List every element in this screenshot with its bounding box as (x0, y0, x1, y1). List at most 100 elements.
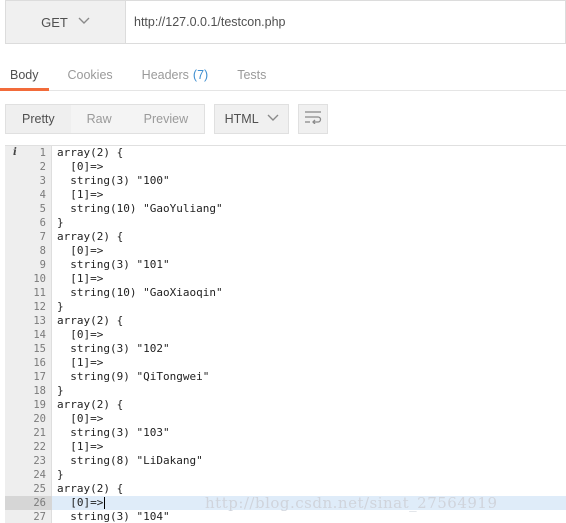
line-number: 23 (33, 455, 46, 467)
tab-tests[interactable]: Tests (227, 60, 276, 90)
text-cursor (104, 497, 106, 509)
wrap-lines-button[interactable] (298, 104, 329, 134)
line-number: 7 (39, 231, 46, 243)
line-number: 17 (33, 371, 46, 383)
method-select[interactable]: GET (5, 0, 126, 44)
code-line: 12} (5, 300, 566, 314)
line-number: 21 (33, 427, 46, 439)
code-text: [1]=> (57, 272, 104, 285)
code-text: [0]=> (57, 412, 104, 425)
code-line: 20 [0]=> (5, 412, 566, 426)
code-text: [1]=> (57, 356, 104, 369)
code-line: 13 array(2) { (5, 314, 566, 328)
line-number: 25 (33, 483, 46, 495)
code-text: [0]=> (57, 328, 104, 341)
code-line: 4 [1]=> (5, 188, 566, 202)
tab-tests-label: Tests (237, 68, 267, 82)
code-line: 9 string(3) "101" (5, 258, 566, 272)
tab-headers-label: Headers (141, 68, 189, 82)
code-text: string(3) "100" (57, 174, 170, 187)
url-text: http://127.0.0.1/testcon.php (134, 15, 286, 29)
line-number: 24 (33, 469, 46, 481)
line-number: 9 (39, 259, 46, 271)
code-line: 10 [1]=> (5, 272, 566, 286)
tab-cookies[interactable]: Cookies (58, 60, 123, 90)
code-line: 26 [0]=> (5, 496, 566, 510)
url-input[interactable]: http://127.0.0.1/testcon.php (126, 0, 566, 44)
code-line: 8 [0]=> (5, 244, 566, 258)
line-number: 14 (33, 329, 46, 341)
view-mode-group: Pretty Raw Preview (5, 104, 206, 134)
line-number: 2 (39, 161, 46, 173)
code-line: 19 array(2) { (5, 398, 566, 412)
request-bar: GET http://127.0.0.1/testcon.php (0, 0, 566, 48)
code-text: } (57, 216, 64, 229)
code-line: i 1 array(2) { (5, 146, 566, 160)
line-number: 22 (33, 441, 46, 453)
code-line: 11 string(10) "GaoXiaoqin" (5, 286, 566, 300)
code-text: array(2) { (57, 482, 124, 495)
view-mode-pretty[interactable]: Pretty (6, 105, 71, 133)
code-line: 21 string(3) "103" (5, 426, 566, 440)
code-line: 17 string(9) "QiTongwei" (5, 370, 566, 384)
line-number: 5 (39, 203, 46, 215)
line-number: 6 (39, 217, 46, 229)
code-line: 2 [0]=> (5, 160, 566, 174)
line-number: 13 (33, 315, 46, 327)
tab-body[interactable]: Body (0, 60, 49, 91)
code-text: } (57, 468, 64, 481)
code-line: 7 array(2) { (5, 230, 566, 244)
code-lines: i 1 array(2) {2 [0]=> 3 string(3) "100" 4 [1… (5, 146, 566, 523)
line-number: 1 (39, 147, 46, 159)
code-line: 24} (5, 468, 566, 482)
code-line: 27 string(3) "104" (5, 510, 566, 523)
tab-cookies-label: Cookies (67, 68, 113, 82)
format-label: HTML (224, 112, 259, 126)
line-number: 10 (33, 273, 46, 285)
code-text: [0]=> (57, 496, 106, 509)
code-text: [0]=> (57, 244, 104, 257)
code-text: string(10) "GaoYuliang" (57, 202, 223, 215)
wrap-lines-icon (304, 110, 322, 129)
response-tabs: Body Cookies Headers (7) Tests (0, 61, 566, 91)
line-number: 3 (39, 175, 46, 187)
code-text: string(3) "102" (57, 342, 170, 355)
code-text: array(2) { (57, 314, 124, 327)
code-text: array(2) { (57, 398, 124, 411)
code-text: [1]=> (57, 188, 104, 201)
line-number: 27 (33, 511, 46, 523)
tab-headers[interactable]: Headers (7) (132, 60, 219, 90)
line-number: 18 (33, 385, 46, 397)
code-line: 16 [1]=> (5, 356, 566, 370)
code-text: string(3) "103" (57, 426, 170, 439)
method-label: GET (41, 14, 68, 30)
code-line: 5 string(10) "GaoYuliang" (5, 202, 566, 216)
line-number: 11 (33, 287, 46, 299)
code-text: string(10) "GaoXiaoqin" (57, 286, 223, 299)
line-number: 26 (5, 496, 52, 510)
line-number: 4 (39, 189, 46, 201)
line-number: 12 (33, 301, 46, 313)
code-line: 22 [1]=> (5, 440, 566, 454)
code-line: 18} (5, 384, 566, 398)
view-mode-preview[interactable]: Preview (128, 105, 204, 133)
line-number: 20 (33, 413, 46, 425)
code-text: array(2) { (57, 230, 124, 243)
code-text: } (57, 300, 64, 313)
code-text: string(9) "QiTongwei" (57, 370, 210, 383)
line-number: 8 (39, 245, 46, 257)
line-number: 19 (33, 399, 46, 411)
code-line: 6} (5, 216, 566, 230)
code-text: string(3) "104" (57, 510, 170, 523)
view-mode-raw[interactable]: Raw (71, 105, 128, 133)
code-line: 23 string(8) "LiDakang" (5, 454, 566, 468)
code-line: 25 array(2) { (5, 482, 566, 496)
tab-body-label: Body (10, 68, 39, 82)
format-select[interactable]: HTML (214, 104, 290, 134)
headers-count-badge: (7) (192, 68, 209, 82)
postman-response-viewer: GET http://127.0.0.1/testcon.php Body Co… (0, 0, 566, 523)
code-text: string(8) "LiDakang" (57, 454, 203, 467)
line-number: 16 (33, 357, 46, 369)
response-body-editor[interactable]: i 1 array(2) {2 [0]=> 3 string(3) "100" 4 [1… (5, 145, 566, 523)
view-toolbar: Pretty Raw Preview HTML (5, 104, 329, 134)
